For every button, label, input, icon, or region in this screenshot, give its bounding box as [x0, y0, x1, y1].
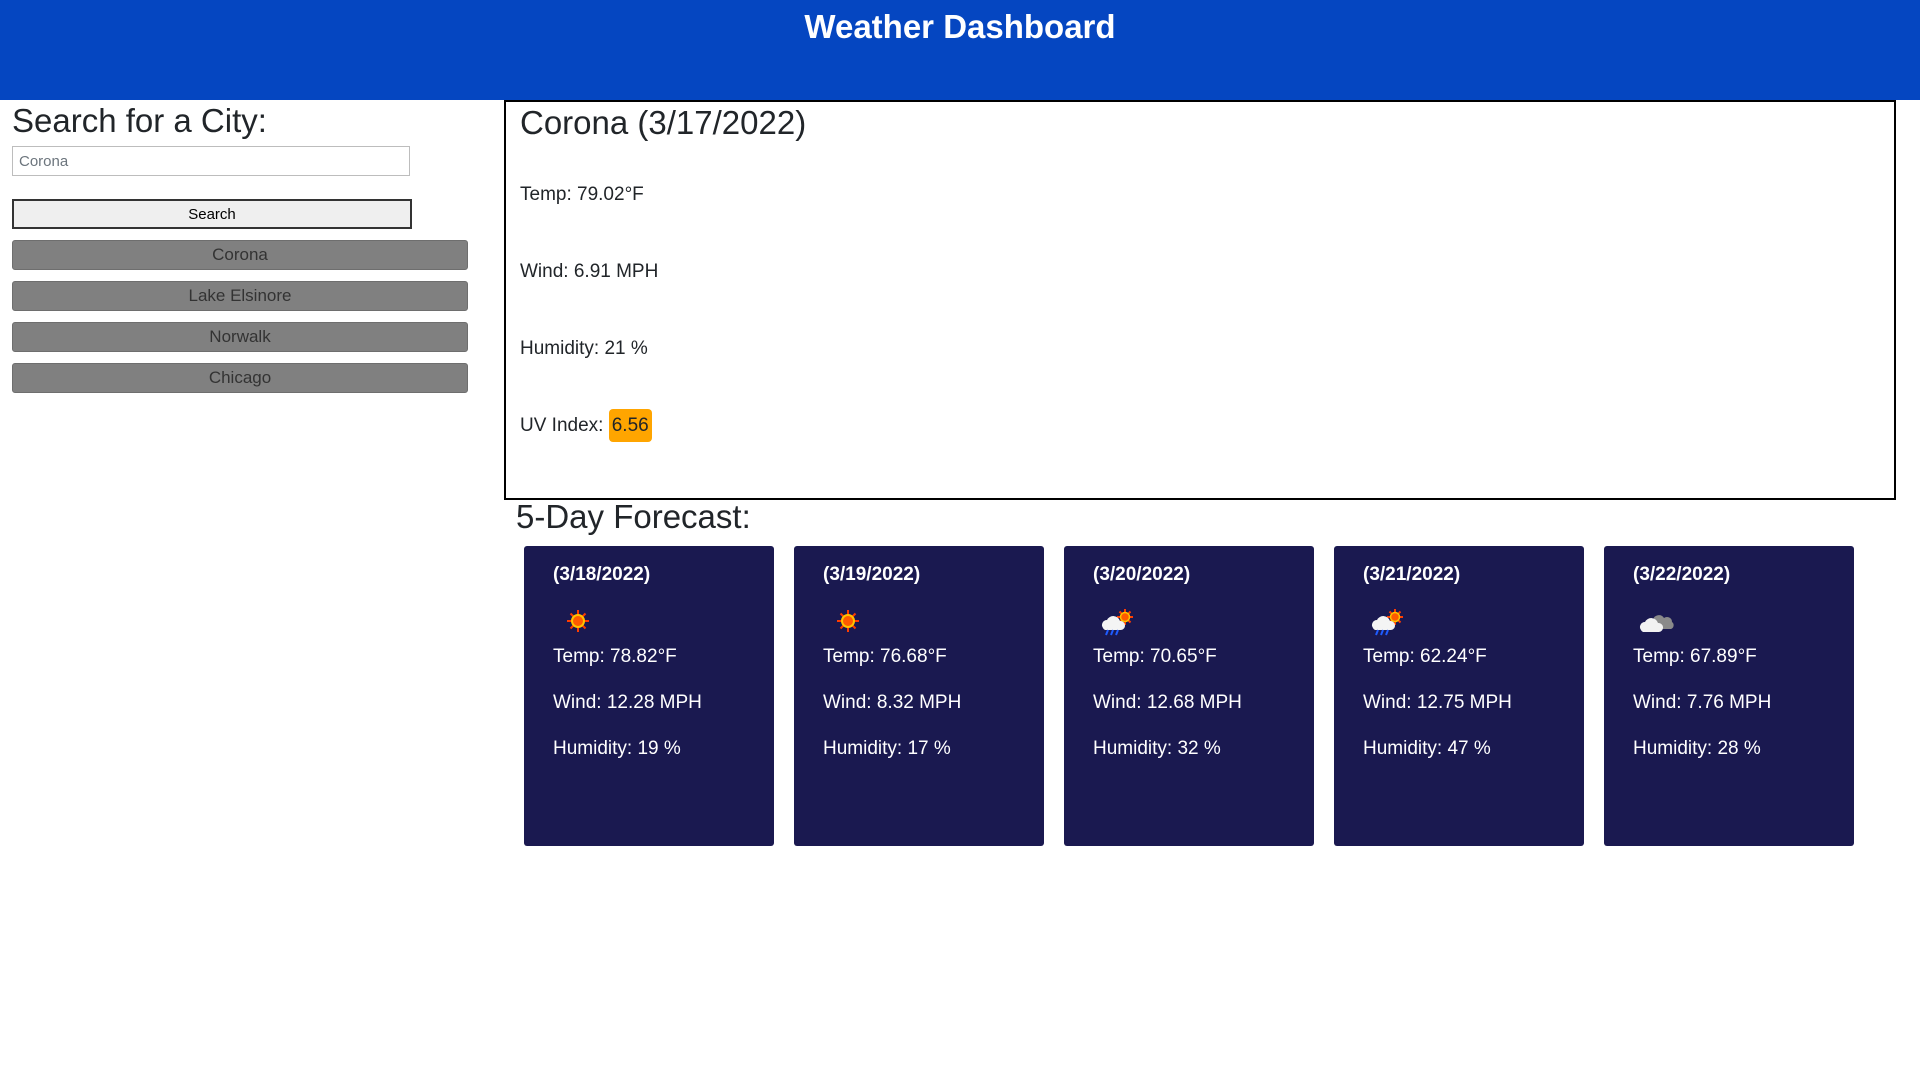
sun-rain-cloud-icon — [1102, 609, 1133, 636]
forecast-card: (3/19/2022) Temp: 76.68°F Wind: 8.32 MPH… — [794, 546, 1044, 846]
forecast-card: (3/22/2022) Temp: 67.89°F Wind: 7.76 MPH… — [1604, 546, 1854, 846]
forecast-wind: Wind: 12.68 MPH — [1093, 692, 1242, 713]
uv-index-label: UV Index: — [520, 415, 609, 436]
search-history-list: Corona Lake Elsinore Norwalk Chicago — [12, 240, 468, 404]
forecast-temp: Temp: 76.68°F — [823, 646, 947, 667]
forecast-date: (3/21/2022) — [1363, 564, 1461, 585]
forecast-title: 5-Day Forecast: — [516, 498, 751, 535]
forecast-temp: Temp: 78.82°F — [553, 646, 677, 667]
forecast-wind: Wind: 12.75 MPH — [1363, 692, 1512, 713]
forecast-temp: Temp: 62.24°F — [1363, 646, 1487, 667]
current-temp: Temp: 79.02°F — [520, 184, 644, 205]
forecast-card: (3/18/2022) Temp: 78.82°F Wind: 12.28 MP… — [524, 546, 774, 846]
forecast-date: (3/18/2022) — [553, 564, 651, 585]
sun-icon — [567, 610, 589, 632]
forecast-humidity: Humidity: 32 % — [1093, 738, 1221, 759]
sun-icon — [837, 610, 859, 632]
forecast-wind: Wind: 7.76 MPH — [1633, 692, 1772, 713]
history-city-button[interactable]: Chicago — [12, 363, 468, 393]
forecast-wind: Wind: 8.32 MPH — [823, 692, 962, 713]
forecast-date: (3/19/2022) — [823, 564, 921, 585]
forecast-humidity: Humidity: 17 % — [823, 738, 951, 759]
cloudy-icon — [1640, 615, 1674, 632]
forecast-humidity: Humidity: 19 % — [553, 738, 681, 759]
forecast-date: (3/22/2022) — [1633, 564, 1731, 585]
history-city-button[interactable]: Corona — [12, 240, 468, 270]
current-uv-index: UV Index: 6.56 — [520, 409, 652, 442]
search-heading: Search for a City: — [12, 102, 267, 139]
forecast-humidity: Humidity: 47 % — [1363, 738, 1491, 759]
forecast-wind: Wind: 12.28 MPH — [553, 692, 702, 713]
sun-rain-cloud-icon — [1372, 609, 1403, 636]
current-weather-panel: Corona (3/17/2022) Temp: 79.02°F Wind: 6… — [504, 100, 1896, 500]
forecast-temp: Temp: 70.65°F — [1093, 646, 1217, 667]
current-city-title: Corona (3/17/2022) — [520, 104, 807, 141]
current-wind: Wind: 6.91 MPH — [520, 261, 659, 282]
history-city-button[interactable]: Lake Elsinore — [12, 281, 468, 311]
city-search-input[interactable] — [12, 146, 410, 176]
history-city-button[interactable]: Norwalk — [12, 322, 468, 352]
uv-index-badge: 6.56 — [608, 409, 652, 442]
search-button[interactable]: Search — [12, 199, 412, 229]
forecast-temp: Temp: 67.89°F — [1633, 646, 1757, 667]
forecast-humidity: Humidity: 28 % — [1633, 738, 1761, 759]
current-humidity: Humidity: 21 % — [520, 338, 648, 359]
forecast-card: (3/20/2022) Temp: 70.65°F Wind: 12.68 MP… — [1064, 546, 1314, 846]
forecast-date: (3/20/2022) — [1093, 564, 1191, 585]
page-header: Weather Dashboard — [0, 0, 1920, 100]
page-title: Weather Dashboard — [804, 8, 1116, 45]
forecast-card: (3/21/2022) Temp: 62.24°F Wind: 12.75 MP… — [1334, 546, 1584, 846]
